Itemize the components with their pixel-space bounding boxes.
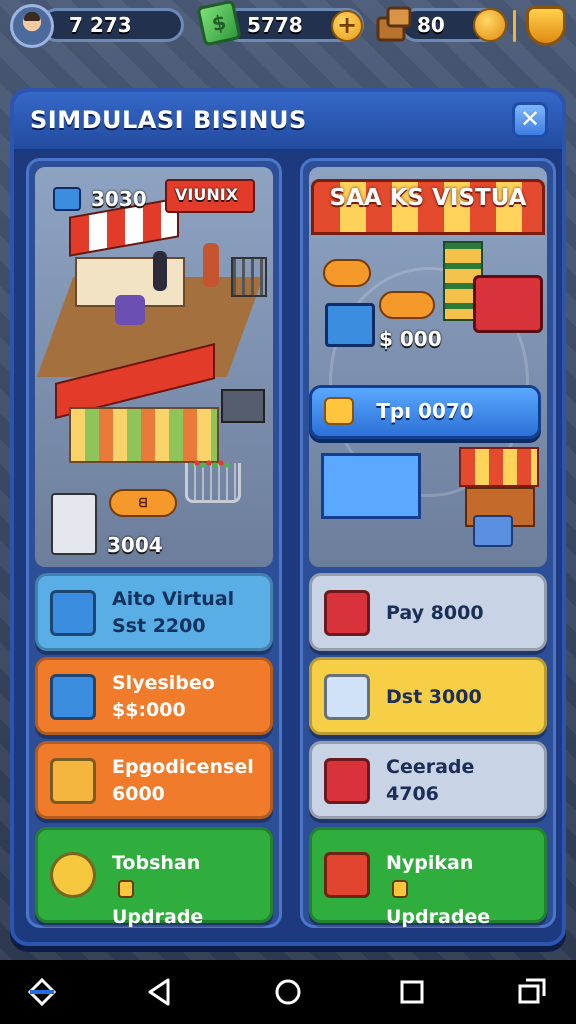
player-value-pill: 7 273: [40, 8, 184, 42]
red-box-icon: [324, 758, 370, 804]
right-business-column: SAA KS VISTUA $ 000 Tpı 0070 Pay 8000 Ds…: [300, 158, 556, 928]
bottom-tag: ᗺ: [109, 489, 177, 517]
right-upgrade-button[interactable]: Nypikan Updradee: [309, 827, 547, 928]
shop-sign: VIUNIX: [175, 185, 239, 204]
player-value: 7 273: [69, 13, 132, 37]
hud-divider: [513, 10, 516, 42]
office-chair: [115, 295, 145, 325]
shop-grille: [231, 257, 267, 297]
panel-title: SIMDULASI BISINUS: [30, 106, 307, 134]
ticket-icon: [324, 397, 354, 425]
tv-icon: [53, 187, 81, 211]
shopkeeper-figure: [153, 251, 167, 291]
card-line1: Pay 8000: [386, 602, 484, 624]
crate-icon: [376, 6, 412, 42]
cardboard-box-icon: [50, 758, 96, 804]
right-shop-scene[interactable]: SAA KS VISTUA $ 000: [309, 167, 547, 567]
card-line2: Sst 2200: [112, 615, 206, 637]
blue-box-icon: [50, 590, 96, 636]
panel-header: SIMDULASI BISINUS ✕: [14, 92, 562, 152]
blue-stall: [321, 453, 421, 519]
red-kiosk: [473, 275, 543, 333]
food-stall-awning: [459, 447, 539, 487]
split-screen-icon[interactable]: [516, 976, 548, 1008]
left-card-virtual[interactable]: Aito Virtual Sst 2200: [35, 573, 273, 651]
left-card-text: Tobshan Updrade: [112, 850, 264, 931]
gift-box-icon: [324, 852, 370, 898]
right-card-ceerade[interactable]: Ceerade 4706: [309, 741, 547, 819]
right-card-text: Dst 3000: [386, 684, 538, 711]
system-navigation-bar: [0, 960, 576, 1024]
left-card-text: Aito Virtual Sst 2200: [112, 586, 264, 640]
coin-icon[interactable]: [473, 8, 507, 42]
crates-value: 80: [417, 13, 445, 37]
left-card-slyesibeo[interactable]: Slyesibeo $$:000: [35, 657, 273, 735]
red-box-icon: [324, 590, 370, 636]
right-scene-button-label: Tpı 0070: [376, 399, 474, 423]
left-card-text: Epgodicensel 6000: [112, 754, 264, 808]
card-line2: $$:000: [112, 699, 186, 721]
right-scene-action-button[interactable]: Tpı 0070: [309, 385, 541, 439]
card-line1: Tobshan: [112, 852, 201, 874]
card-line2: Updrade: [112, 906, 204, 928]
right-card-pay[interactable]: Pay 8000: [309, 573, 547, 651]
right-price: $ 000: [379, 327, 442, 351]
money-bag-icon: [50, 852, 96, 898]
left-card-text: Slyesibeo $$:000: [112, 670, 264, 724]
card-line2: 4706: [386, 783, 439, 805]
cash-value: 5778: [247, 13, 303, 37]
right-card-text: Ceerade 4706: [386, 754, 538, 808]
card-line1: Ceerade: [386, 756, 475, 778]
blue-box-icon: [50, 674, 96, 720]
right-tag-1: [323, 259, 371, 287]
right-card-text: Pay 8000: [386, 600, 538, 627]
back-home-icon[interactable]: [26, 976, 58, 1008]
lock-icon: [392, 880, 408, 898]
card-line1: Nypikan: [386, 852, 474, 874]
blue-crate: [325, 303, 375, 347]
home-circle-icon[interactable]: [272, 976, 304, 1008]
right-card-text: Nypikan Updradee: [386, 850, 538, 931]
business-sim-panel: SIMDULASI BISINUS ✕ VIUNIX 3030 ᗺ 3004 A…: [10, 88, 566, 946]
atm-kiosk: [51, 493, 97, 555]
card-line1: Slyesibeo: [112, 672, 215, 694]
left-shop-scene[interactable]: VIUNIX 3030 ᗺ 3004: [35, 167, 273, 567]
cash-icon: $: [196, 0, 242, 47]
card-line1: Aito Virtual: [112, 588, 235, 610]
back-triangle-icon[interactable]: [144, 976, 176, 1008]
right-card-dst[interactable]: Dst 3000: [309, 657, 547, 735]
hand-cart: [473, 515, 513, 547]
cash-register: [221, 389, 265, 423]
right-tag-2: [379, 291, 435, 319]
card-line2: Updradee: [386, 906, 491, 928]
left-business-column: VIUNIX 3030 ᗺ 3004 Aito Virtual Sst 2200…: [26, 158, 282, 928]
player-avatar-icon[interactable]: [10, 4, 54, 48]
card-line1: Dst 3000: [386, 686, 482, 708]
card-line2: 6000: [112, 783, 165, 805]
cart-produce: [191, 457, 231, 471]
stall-goods: [69, 407, 219, 463]
store-banner-text: SAA KS VISTUA: [329, 185, 527, 211]
recents-square-icon[interactable]: [396, 976, 428, 1008]
top-hud: 7 273 $ 5778 + 80: [0, 0, 576, 52]
card-line1: Epgodicensel: [112, 756, 254, 778]
customer-figure: [203, 243, 219, 287]
lock-icon: [118, 880, 134, 898]
left-card-epgodicensel[interactable]: Epgodicensel 6000: [35, 741, 273, 819]
close-button[interactable]: ✕: [512, 102, 548, 138]
shield-icon[interactable]: [526, 6, 566, 46]
add-cash-button[interactable]: +: [331, 10, 363, 42]
white-box-icon: [324, 674, 370, 720]
left-upgrade-button[interactable]: Tobshan Updrade: [35, 827, 273, 928]
shop-price: 3030: [91, 187, 147, 211]
bottom-price: 3004: [107, 533, 163, 557]
